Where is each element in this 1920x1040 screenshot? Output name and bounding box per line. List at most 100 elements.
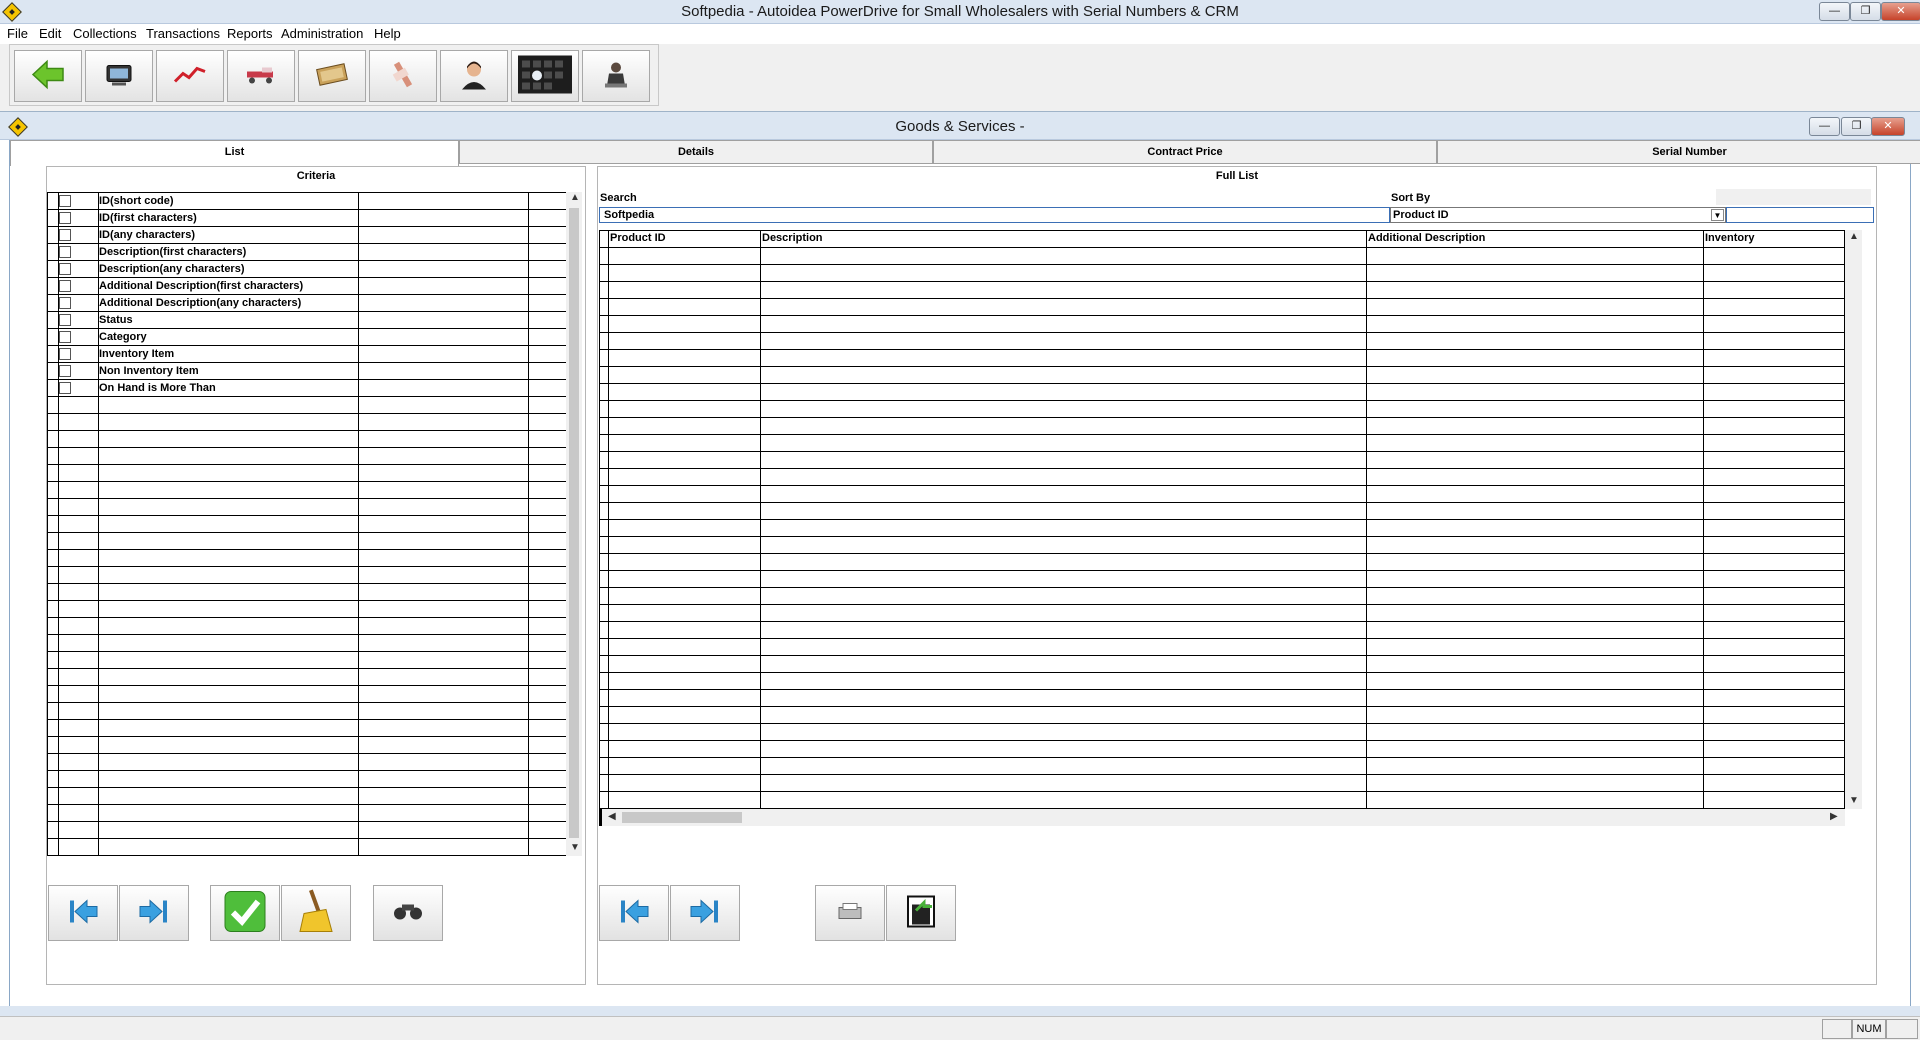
- table-row[interactable]: [600, 520, 1844, 537]
- criteria-checkbox[interactable]: [59, 348, 71, 360]
- toolbar-money-button[interactable]: [298, 50, 366, 102]
- table-row[interactable]: [600, 418, 1844, 435]
- table-row[interactable]: [600, 656, 1844, 673]
- toolbar-tools-button[interactable]: [369, 50, 437, 102]
- criteria-checkbox[interactable]: [59, 246, 71, 258]
- criteria-next-button[interactable]: [119, 885, 189, 941]
- table-row[interactable]: [600, 622, 1844, 639]
- criteria-row[interactable]: Description(any characters): [48, 261, 566, 278]
- table-row[interactable]: [600, 503, 1844, 520]
- table-row[interactable]: [600, 605, 1844, 622]
- criteria-checkbox[interactable]: [59, 263, 71, 275]
- criteria-scrollbar[interactable]: ▲ ▼: [566, 192, 582, 856]
- table-row[interactable]: [600, 486, 1844, 503]
- table-row[interactable]: [600, 724, 1844, 741]
- tab-list[interactable]: List: [10, 140, 459, 166]
- restore-button[interactable]: ❐: [1850, 2, 1881, 21]
- table-row[interactable]: [600, 690, 1844, 707]
- scroll-down-icon[interactable]: ▼: [1849, 795, 1859, 806]
- tab-serial-number[interactable]: Serial Number: [1437, 140, 1920, 164]
- criteria-row[interactable]: Additional Description(any characters): [48, 295, 566, 312]
- search-input[interactable]: Softpedia: [599, 207, 1390, 223]
- criteria-checkbox[interactable]: [59, 297, 71, 309]
- table-row[interactable]: [600, 248, 1844, 265]
- results-print-button[interactable]: [815, 885, 885, 941]
- results-hscrollbar[interactable]: ◀ ▶: [599, 809, 1845, 826]
- table-row[interactable]: [600, 350, 1844, 367]
- toolbar-contact-button[interactable]: [440, 50, 508, 102]
- menu-administration[interactable]: Administration: [281, 26, 363, 41]
- table-row[interactable]: [600, 299, 1844, 316]
- table-row[interactable]: [600, 673, 1844, 690]
- criteria-checkbox[interactable]: [59, 382, 71, 394]
- child-restore-button[interactable]: ❐: [1841, 117, 1872, 136]
- criteria-row[interactable]: Non Inventory Item: [48, 363, 566, 380]
- table-row[interactable]: [600, 792, 1844, 808]
- column-header[interactable]: Additional Description: [1368, 232, 1485, 244]
- column-header[interactable]: Description: [762, 232, 823, 244]
- results-prev-button[interactable]: [599, 885, 669, 941]
- criteria-checkbox[interactable]: [59, 195, 71, 207]
- table-row[interactable]: [600, 707, 1844, 724]
- criteria-row[interactable]: ID(first characters): [48, 210, 566, 227]
- criteria-checkbox[interactable]: [59, 331, 71, 343]
- tab-details[interactable]: Details: [459, 140, 933, 164]
- table-row[interactable]: [600, 758, 1844, 775]
- toolbar-pos-button[interactable]: [85, 50, 153, 102]
- criteria-find-button[interactable]: [373, 885, 443, 941]
- criteria-checkbox[interactable]: [59, 314, 71, 326]
- results-next-button[interactable]: [670, 885, 740, 941]
- results-hscroll-thumb[interactable]: [622, 812, 742, 823]
- chevron-down-icon[interactable]: ▼: [1711, 209, 1724, 221]
- criteria-scroll-thumb[interactable]: [569, 208, 579, 838]
- criteria-row[interactable]: Description(first characters): [48, 244, 566, 261]
- column-header[interactable]: Product ID: [610, 232, 666, 244]
- table-row[interactable]: [600, 316, 1844, 333]
- toolbar-keyboard-button[interactable]: [511, 50, 579, 102]
- scroll-up-icon[interactable]: ▲: [1849, 231, 1859, 242]
- scroll-right-icon[interactable]: ▶: [1830, 811, 1838, 822]
- criteria-clear-button[interactable]: [281, 885, 351, 941]
- results-vscrollbar[interactable]: ▲ ▼: [1845, 230, 1862, 809]
- criteria-row[interactable]: ID(short code): [48, 193, 566, 210]
- table-row[interactable]: [600, 588, 1844, 605]
- table-row[interactable]: [600, 741, 1844, 758]
- table-row[interactable]: [600, 452, 1844, 469]
- table-row[interactable]: [600, 469, 1844, 486]
- column-header[interactable]: Inventory: [1705, 232, 1755, 244]
- child-close-button[interactable]: ✕: [1871, 117, 1905, 136]
- scroll-left-icon[interactable]: ◀: [608, 811, 616, 822]
- results-export-button[interactable]: [886, 885, 956, 941]
- menu-collections[interactable]: Collections: [73, 26, 137, 41]
- toolbar-chart-button[interactable]: [156, 50, 224, 102]
- table-row[interactable]: [600, 401, 1844, 418]
- table-row[interactable]: [600, 282, 1844, 299]
- criteria-row[interactable]: Category: [48, 329, 566, 346]
- table-row[interactable]: [600, 537, 1844, 554]
- criteria-row[interactable]: Status: [48, 312, 566, 329]
- table-row[interactable]: [600, 571, 1844, 588]
- sort-by-select[interactable]: Product ID ▼: [1390, 207, 1726, 223]
- scroll-down-icon[interactable]: ▼: [570, 842, 580, 853]
- table-row[interactable]: [600, 639, 1844, 656]
- minimize-button[interactable]: —: [1819, 2, 1850, 21]
- table-row[interactable]: [600, 554, 1844, 571]
- criteria-checkbox[interactable]: [59, 212, 71, 224]
- table-row[interactable]: [600, 333, 1844, 350]
- close-button[interactable]: ✕: [1881, 2, 1920, 21]
- table-row[interactable]: [600, 775, 1844, 792]
- menu-file[interactable]: File: [7, 26, 28, 41]
- toolbar-back-button[interactable]: [14, 50, 82, 102]
- criteria-checkbox[interactable]: [59, 365, 71, 377]
- sort-extra-field[interactable]: [1726, 207, 1874, 223]
- toolbar-delivery-button[interactable]: [227, 50, 295, 102]
- toolbar-employee-button[interactable]: [582, 50, 650, 102]
- child-minimize-button[interactable]: —: [1809, 117, 1840, 136]
- criteria-row[interactable]: ID(any characters): [48, 227, 566, 244]
- table-row[interactable]: [600, 265, 1844, 282]
- table-row[interactable]: [600, 384, 1844, 401]
- scroll-up-icon[interactable]: ▲: [570, 192, 580, 203]
- criteria-apply-button[interactable]: [210, 885, 280, 941]
- menu-help[interactable]: Help: [374, 26, 401, 41]
- criteria-row[interactable]: Inventory Item: [48, 346, 566, 363]
